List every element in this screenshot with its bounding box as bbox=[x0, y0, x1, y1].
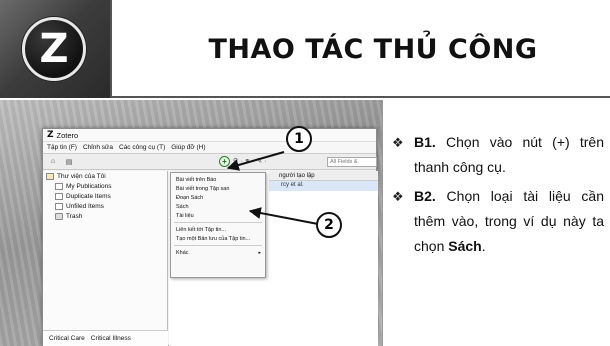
actions-icon[interactable]: ▤ bbox=[63, 157, 75, 167]
step-emphasis: Sách bbox=[448, 238, 482, 254]
callout-2: 2 bbox=[316, 212, 342, 238]
divider bbox=[382, 100, 383, 346]
menubar: Tập tin (F) Chỉnh sửa Các công cụ (T) Gi… bbox=[43, 142, 376, 154]
library-item-label: Unfiled Items bbox=[66, 202, 104, 210]
library-root-label: Thư viện của Tôi bbox=[57, 172, 106, 180]
library-item-label: Duplicate Items bbox=[66, 192, 111, 200]
menu-item-more-label: Khác bbox=[176, 249, 189, 256]
duplicate-icon bbox=[55, 192, 63, 200]
unfiled-icon bbox=[55, 202, 63, 210]
step-label: B2. bbox=[414, 188, 436, 204]
tag-item[interactable]: Critical Care bbox=[49, 335, 85, 342]
instructions: ❖ B1. Chọn vào nút (+) trên thanh công c… bbox=[392, 130, 604, 263]
trash-icon bbox=[55, 212, 63, 220]
step-text-end: . bbox=[481, 238, 486, 254]
toolbar: ⌂ ▤ + ⚲ · ⚭ · ✎ · All Fields & bbox=[43, 154, 377, 170]
toolbar-extra-icons[interactable]: ⚲ · ⚭ · ✎ · bbox=[233, 157, 267, 165]
library-item[interactable]: Unfiled Items bbox=[43, 201, 167, 211]
window-title: Zotero bbox=[56, 130, 79, 140]
new-item-button[interactable]: + bbox=[219, 156, 230, 167]
zotero-logo-icon: Z bbox=[22, 17, 86, 81]
menu-item[interactable]: Tài liệu bbox=[171, 211, 265, 220]
diamond-bullet-icon: ❖ bbox=[392, 189, 404, 204]
menu-separator bbox=[174, 222, 262, 223]
column-header[interactable]: người tạo lập bbox=[269, 171, 378, 181]
search-input[interactable]: All Fields & bbox=[327, 157, 377, 167]
document-icon bbox=[55, 182, 63, 190]
zotero-app-icon: Z bbox=[47, 130, 54, 140]
step-item: ❖ B1. Chọn vào nút (+) trên thanh công c… bbox=[392, 130, 604, 180]
submenu-arrow-icon: ▸ bbox=[258, 249, 261, 256]
step-label: B1. bbox=[414, 134, 436, 150]
window-titlebar: Z Zotero bbox=[43, 129, 376, 142]
step-item: ❖ B2. Chọn loại tài liệu cần thêm vào, t… bbox=[392, 184, 604, 259]
library-item-label: Trash bbox=[66, 212, 83, 220]
tag-selector: Critical Care Critical Illness bbox=[43, 330, 168, 346]
step-text: Chọn vào nút (+) trên thanh công cụ. bbox=[414, 134, 604, 175]
header: Z THAO TÁC THỦ CÔNG bbox=[0, 0, 610, 98]
menu-tools[interactable]: Các công cụ (T) bbox=[119, 144, 165, 151]
menu-item[interactable]: Tạo một Bản lưu của Tập tin... bbox=[171, 234, 265, 243]
menu-item-book[interactable]: Sách bbox=[171, 202, 265, 211]
slide: Z THAO TÁC THỦ CÔNG Z Zotero Tập tin (F)… bbox=[0, 0, 610, 346]
logo-letter: Z bbox=[39, 26, 69, 72]
menu-separator bbox=[174, 245, 262, 246]
step-text: Chọn loại tài liệu cần thêm vào, trong v… bbox=[414, 188, 604, 254]
logo-panel: Z bbox=[0, 0, 112, 98]
collections-pane: Thư viện của Tôi My Publications Duplica… bbox=[43, 171, 168, 346]
library-item[interactable]: My Publications bbox=[43, 181, 167, 191]
menu-item-more[interactable]: Khác ▸ bbox=[171, 248, 265, 257]
library-item[interactable]: Trash bbox=[43, 211, 167, 221]
menu-item[interactable]: Liên kết tới Tập tin... bbox=[171, 225, 265, 234]
folder-icon bbox=[46, 172, 54, 180]
library-item-label: My Publications bbox=[66, 182, 112, 190]
menu-help[interactable]: Giúp đỡ (H) bbox=[171, 144, 205, 151]
menu-item[interactable]: Bài viết trong Tập san bbox=[171, 184, 265, 193]
page-title: THAO TÁC THỦ CÔNG bbox=[208, 33, 538, 65]
menu-edit[interactable]: Chỉnh sửa bbox=[83, 144, 113, 151]
callout-1: 1 bbox=[286, 126, 312, 152]
library-item[interactable]: Duplicate Items bbox=[43, 191, 167, 201]
menu-file[interactable]: Tập tin (F) bbox=[47, 144, 77, 151]
new-collection-icon[interactable]: ⌂ bbox=[47, 157, 59, 167]
menu-item[interactable]: Bài viết trên Báo bbox=[171, 175, 265, 184]
library-root[interactable]: Thư viện của Tôi bbox=[43, 171, 167, 181]
tag-item[interactable]: Critical Illness bbox=[91, 335, 131, 342]
menu-item[interactable]: Đoạn Sách bbox=[171, 193, 265, 202]
row-text: rcy et al. bbox=[281, 182, 304, 188]
diamond-bullet-icon: ❖ bbox=[392, 135, 404, 150]
new-item-dropdown: Bài viết trên Báo Bài viết trong Tập san… bbox=[170, 172, 266, 278]
